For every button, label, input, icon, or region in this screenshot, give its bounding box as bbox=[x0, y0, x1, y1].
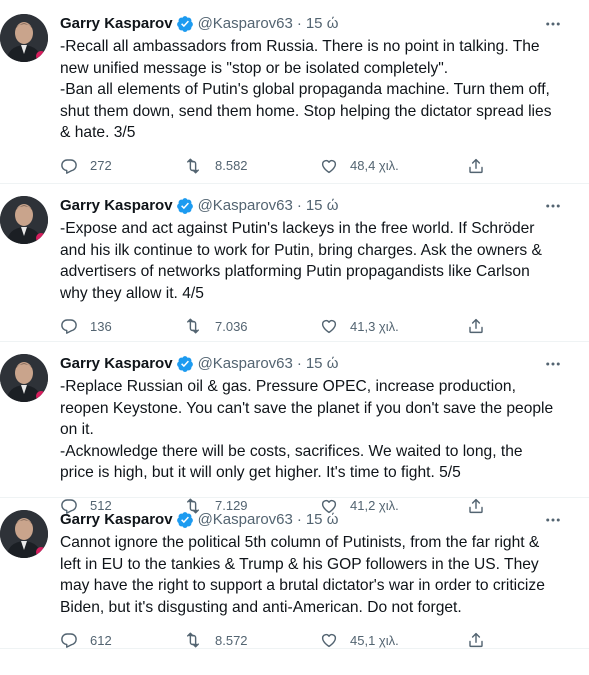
verified-badge-icon bbox=[176, 511, 194, 529]
author-name[interactable]: Garry Kasparov bbox=[60, 196, 173, 216]
avatar-photo bbox=[0, 510, 48, 558]
tweet[interactable]: Garry Kasparov @Kasparov63 · 15 ώ -Repla… bbox=[0, 342, 589, 514]
more-options-icon[interactable] bbox=[543, 196, 563, 216]
share-icon bbox=[467, 157, 485, 175]
share-button[interactable] bbox=[467, 631, 485, 649]
separator: · bbox=[296, 15, 302, 32]
retweet-icon bbox=[183, 157, 203, 175]
tweet-actions: 272 8.582 48,4 χιλ. bbox=[60, 156, 573, 176]
avatar[interactable] bbox=[0, 510, 48, 558]
avatar-photo bbox=[0, 354, 48, 402]
reply-count: 272 bbox=[90, 158, 112, 173]
more-options-icon[interactable] bbox=[543, 510, 563, 530]
share-button[interactable] bbox=[467, 317, 485, 335]
separator: · bbox=[296, 511, 302, 528]
retweet-button[interactable]: 7.036 bbox=[183, 317, 320, 335]
like-count: 41,3 χιλ. bbox=[350, 318, 399, 334]
avatar-photo bbox=[0, 14, 48, 62]
tweet-text: -Expose and act against Putin's lackeys … bbox=[60, 220, 542, 302]
retweet-icon bbox=[183, 631, 203, 649]
reply-icon bbox=[60, 157, 78, 175]
author-name[interactable]: Garry Kasparov bbox=[60, 510, 173, 530]
retweet-button[interactable]: 8.572 bbox=[183, 631, 320, 649]
tweet-timestamp[interactable]: 15 ώ bbox=[306, 510, 339, 530]
tweet[interactable]: Garry Kasparov @Kasparov63 · 15 ώ -Expos… bbox=[0, 184, 589, 342]
like-icon bbox=[320, 631, 338, 649]
avatar[interactable] bbox=[0, 14, 48, 62]
avatar[interactable] bbox=[0, 196, 48, 244]
reply-icon bbox=[60, 631, 78, 649]
author-name[interactable]: Garry Kasparov bbox=[60, 354, 173, 374]
tweet-header: Garry Kasparov @Kasparov63 · 15 ώ bbox=[60, 14, 573, 34]
separator: · bbox=[296, 197, 302, 214]
like-count: 45,1 χιλ. bbox=[350, 632, 399, 648]
more-options-icon[interactable] bbox=[543, 14, 563, 34]
tweet-header: Garry Kasparov @Kasparov63 · 15 ώ bbox=[60, 196, 573, 216]
retweet-count: 8.582 bbox=[215, 158, 248, 173]
retweet-icon bbox=[183, 317, 203, 335]
tweet-text: -Recall all ambassadors from Russia. The… bbox=[60, 38, 552, 141]
tweet-actions: 136 7.036 41,3 χιλ. bbox=[60, 316, 573, 336]
verified-badge-icon bbox=[176, 355, 194, 373]
tweet-timestamp[interactable]: 15 ώ bbox=[306, 196, 339, 216]
tweet-timestamp[interactable]: 15 ώ bbox=[306, 14, 339, 34]
author-handle[interactable]: @Kasparov63 bbox=[198, 354, 293, 374]
tweet[interactable]: Garry Kasparov @Kasparov63 · 15 ώ Cannot… bbox=[0, 498, 589, 649]
author-handle[interactable]: @Kasparov63 bbox=[198, 196, 293, 216]
like-button[interactable]: 45,1 χιλ. bbox=[320, 631, 467, 649]
reply-button[interactable]: 136 bbox=[60, 317, 183, 335]
avatar[interactable] bbox=[0, 354, 48, 402]
like-icon bbox=[320, 317, 338, 335]
tweet-timestamp[interactable]: 15 ώ bbox=[306, 354, 339, 374]
tweet-timeline: Garry Kasparov @Kasparov63 · 15 ώ -Recal… bbox=[0, 0, 589, 649]
tweet-text: -Replace Russian oil & gas. Pressure OPE… bbox=[60, 378, 554, 481]
retweet-button[interactable]: 8.582 bbox=[183, 157, 320, 175]
like-icon bbox=[320, 157, 338, 175]
author-name[interactable]: Garry Kasparov bbox=[60, 14, 173, 34]
reply-button[interactable]: 612 bbox=[60, 631, 183, 649]
like-button[interactable]: 48,4 χιλ. bbox=[320, 157, 467, 175]
verified-badge-icon bbox=[176, 15, 194, 33]
reply-icon bbox=[60, 317, 78, 335]
more-options-icon[interactable] bbox=[543, 354, 563, 374]
retweet-count: 7.036 bbox=[215, 318, 248, 334]
separator: · bbox=[296, 355, 302, 372]
share-button[interactable] bbox=[467, 157, 485, 175]
tweet-header: Garry Kasparov @Kasparov63 · 15 ώ bbox=[60, 354, 573, 374]
author-handle[interactable]: @Kasparov63 bbox=[198, 510, 293, 530]
tweet-text: Cannot ignore the political 5th column o… bbox=[60, 534, 545, 616]
share-icon bbox=[467, 317, 485, 335]
tweet-actions: 612 8.572 45,1 χιλ. bbox=[60, 630, 573, 650]
avatar-photo bbox=[0, 196, 48, 244]
retweet-count: 8.572 bbox=[215, 632, 248, 648]
like-button[interactable]: 41,3 χιλ. bbox=[320, 317, 467, 335]
reply-count: 612 bbox=[90, 632, 112, 648]
tweet-header: Garry Kasparov @Kasparov63 · 15 ώ bbox=[60, 510, 573, 530]
reply-count: 136 bbox=[90, 318, 112, 334]
tweet[interactable]: Garry Kasparov @Kasparov63 · 15 ώ -Recal… bbox=[0, 0, 589, 184]
verified-badge-icon bbox=[176, 197, 194, 215]
share-icon bbox=[467, 631, 485, 649]
like-count: 48,4 χιλ. bbox=[350, 158, 399, 173]
reply-button[interactable]: 272 bbox=[60, 157, 183, 175]
author-handle[interactable]: @Kasparov63 bbox=[198, 14, 293, 34]
